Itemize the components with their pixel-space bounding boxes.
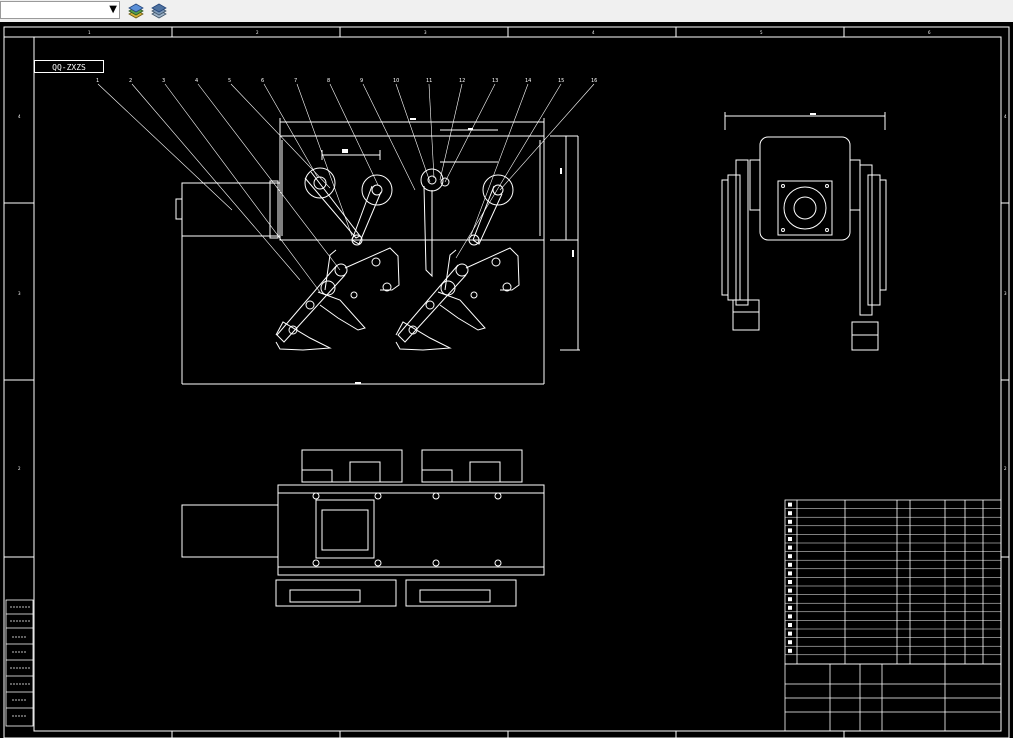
top-view (181, 449, 545, 607)
svg-text:4: 4 (1004, 114, 1007, 119)
balloon-label: 11 (426, 78, 432, 84)
balloon-label: 16 (591, 78, 597, 84)
parts-list-index-mark (788, 597, 792, 602)
svg-text:4: 4 (18, 114, 21, 119)
balloon-label: 9 (360, 78, 363, 84)
parts-list-index-mark (788, 511, 792, 516)
front-dimensions (342, 118, 574, 384)
svg-text:2: 2 (18, 466, 21, 471)
drawing-canvas[interactable]: 123 456 432 432 1 2 3 4 5 6 7 8 9 10 11 … (0, 22, 1013, 738)
dimension-mark (810, 113, 816, 115)
svg-text:3: 3 (424, 30, 427, 35)
parts-list-index-mark (788, 562, 792, 567)
balloon-label: 14 (525, 78, 531, 84)
layer-previous-icon[interactable] (149, 1, 169, 20)
svg-text:6: 6 (928, 30, 931, 35)
balloon-label: 15 (558, 78, 564, 84)
layer-state-icon[interactable] (126, 1, 146, 20)
parts-list-index-mark (788, 648, 792, 653)
parts-list-index-mark (788, 528, 792, 533)
parts-list-index-mark (788, 623, 792, 627)
balloon-label: 4 (195, 78, 198, 84)
balloon-label: 6 (261, 78, 264, 84)
dimension-mark (355, 382, 361, 384)
svg-text:1: 1 (88, 30, 91, 35)
front-view (175, 118, 580, 385)
parts-list-index-mark (788, 545, 792, 550)
balloon-label: 12 (459, 78, 465, 84)
svg-text:2: 2 (1004, 466, 1007, 471)
dimension-mark (410, 118, 416, 120)
dimension-mark (560, 168, 562, 174)
balloon-leaders (97, 83, 595, 293)
parts-list-index-mark (788, 554, 792, 559)
parts-list-index-mark (788, 631, 792, 636)
parts-list-index-mark (788, 640, 792, 645)
side-view (721, 112, 887, 351)
revision-strip (5, 599, 34, 727)
balloon-label: 1 (96, 78, 99, 84)
layer-dropdown[interactable]: ▼ (0, 1, 120, 19)
parts-list-index-mark (788, 605, 792, 610)
parts-list-index-mark (788, 588, 792, 593)
drawing-number-label: QQ-ZXZS (34, 60, 104, 73)
svg-text:2: 2 (256, 30, 259, 35)
parts-list-index-mark (788, 571, 792, 576)
dimension-mark (468, 128, 473, 130)
parts-list-index-mark (788, 580, 792, 584)
svg-text:3: 3 (18, 291, 21, 296)
balloon-label: 3 (162, 78, 165, 84)
svg-text:5: 5 (760, 30, 763, 35)
dimension-mark (572, 250, 574, 257)
balloon-label: 2 (129, 78, 132, 84)
cad-toolbar: ▼ (0, 0, 1013, 23)
parts-list-rows (785, 502, 1001, 656)
dimension-mark (342, 149, 348, 153)
svg-text:4: 4 (592, 30, 595, 35)
sheet-frame (3, 26, 1010, 738)
balloon-label: 5 (228, 78, 231, 84)
balloon-label: 10 (393, 78, 399, 84)
chevron-down-icon[interactable]: ▼ (109, 4, 117, 16)
balloon-label: 7 (294, 78, 297, 84)
parts-list-index-mark (788, 519, 792, 524)
parts-list-index-mark (788, 502, 792, 507)
balloon-labels: 1 2 3 4 5 6 7 8 9 10 11 12 13 14 15 16 (96, 78, 597, 84)
svg-text:3: 3 (1004, 291, 1007, 296)
parts-list-index-mark (788, 614, 792, 619)
balloon-label: 8 (327, 78, 330, 84)
balloon-label: 13 (492, 78, 498, 84)
parts-list-index-mark (788, 537, 792, 541)
cad-drawing: 123 456 432 432 1 2 3 4 5 6 7 8 9 10 11 … (3, 26, 1010, 738)
